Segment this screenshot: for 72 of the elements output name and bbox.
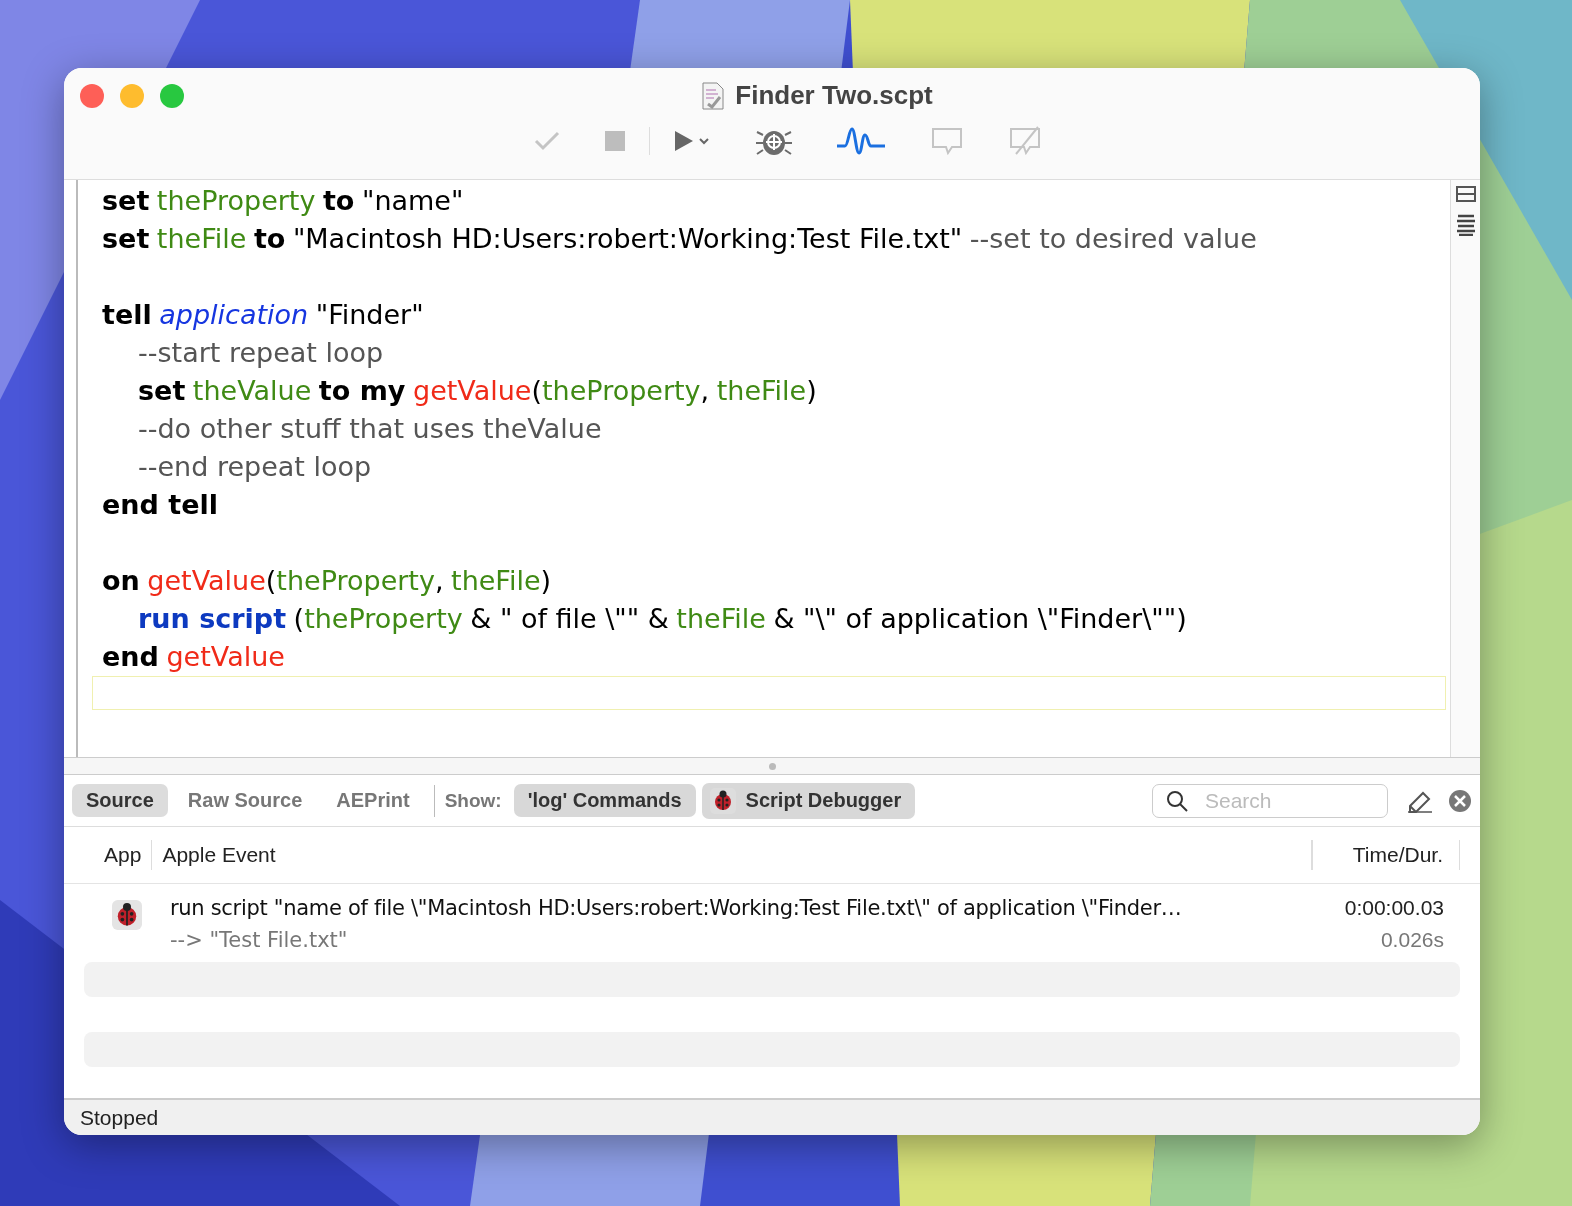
variable-name: theFile — [450, 565, 541, 596]
event-text: run script "name of file \"Macintosh HD:Users:robert:Working:Test File.txt\" of application \"Finder… — [170, 895, 1183, 922]
keyword: on — [102, 565, 140, 596]
code-comment: --start repeat loop — [138, 337, 384, 368]
handler-name: getValue — [165, 641, 285, 672]
window-title: Finder Two.scpt — [735, 80, 933, 111]
filter-toggle[interactable]: Script Debugger — [701, 782, 916, 819]
code-text: "Macintosh HD:Users:robert:Working:Test File.txt" — [291, 223, 963, 254]
code-text: ) — [806, 375, 817, 406]
code-text: ) — [540, 565, 552, 596]
clear-icon[interactable] — [1448, 788, 1472, 813]
column-header[interactable]: Time/Dur. — [1311, 840, 1460, 870]
variable-name: theValue — [191, 375, 312, 406]
code-comment: --set to desired value — [968, 223, 1257, 254]
code-text: & "\" of application \"Finder\"") — [772, 603, 1187, 634]
variable-name: theFile — [675, 603, 766, 634]
zoom-button[interactable] — [160, 84, 184, 108]
split-view-icon[interactable] — [1455, 186, 1476, 202]
waveform-icon[interactable] — [835, 127, 886, 155]
class-name: application — [158, 299, 309, 330]
column-header[interactable]: Apple Event — [152, 840, 1312, 870]
code-text: , — [434, 565, 444, 596]
event-time: 0:00:00.03 — [1344, 895, 1444, 921]
run-icon[interactable] — [673, 130, 712, 152]
splitter-handle[interactable] — [768, 762, 776, 770]
minimize-button[interactable] — [120, 84, 144, 108]
code-text: "name" — [360, 185, 464, 216]
checkmark-icon[interactable] — [532, 130, 561, 152]
keyword: set — [102, 185, 150, 216]
uncomment-icon[interactable] — [1007, 126, 1042, 156]
code-text: , — [700, 375, 710, 406]
code-text: ( — [292, 603, 305, 634]
keyword: to — [321, 185, 355, 216]
show-label: Show: — [444, 789, 502, 812]
variable-name: theProperty — [304, 603, 463, 634]
log-tab[interactable]: AEPrint — [322, 784, 424, 817]
search-icon — [1166, 789, 1188, 812]
script-document-icon — [701, 81, 726, 110]
keyword: end — [102, 641, 159, 672]
comment-icon[interactable] — [929, 127, 964, 155]
log-tab[interactable]: Raw Source — [173, 784, 317, 817]
list-icon[interactable] — [1455, 214, 1476, 236]
keyword: to — [252, 223, 286, 254]
close-button[interactable] — [80, 84, 104, 108]
variable-name: theProperty — [155, 185, 316, 216]
code-text: ( — [531, 375, 543, 406]
log-tab[interactable]: Source — [72, 784, 168, 817]
code-comment: --do other stuff that uses theValue — [138, 413, 602, 444]
event-result: --> "Test File.txt" — [170, 927, 349, 954]
column-header[interactable]: App — [94, 840, 153, 870]
variable-name: theProperty — [542, 375, 701, 406]
keyword: to my — [317, 375, 406, 406]
code-text: ( — [265, 565, 277, 596]
code-comment: --end repeat loop — [138, 451, 372, 482]
ladybug-icon — [112, 900, 142, 930]
status-text: Stopped — [80, 1105, 159, 1130]
code-text: & " of file \"" & — [469, 603, 669, 634]
command-name: run script — [138, 603, 287, 634]
handler-name: getValue — [146, 565, 266, 596]
event-duration: 0.026s — [1380, 927, 1444, 953]
search-field[interactable]: Search — [1152, 783, 1388, 818]
variable-name: theProperty — [276, 565, 435, 596]
keyword: end tell — [102, 489, 218, 520]
handler-name: getValue — [412, 375, 532, 406]
variable-name: theFile — [155, 223, 247, 254]
code-text: "Finder" — [314, 299, 424, 330]
filter-toggle[interactable]: 'log' Commands — [513, 784, 696, 817]
variable-name: theFile — [715, 375, 807, 406]
stop-icon[interactable] — [604, 131, 625, 151]
keyword: tell — [102, 299, 152, 330]
keyword: set — [138, 375, 186, 406]
keyword: set — [102, 223, 150, 254]
